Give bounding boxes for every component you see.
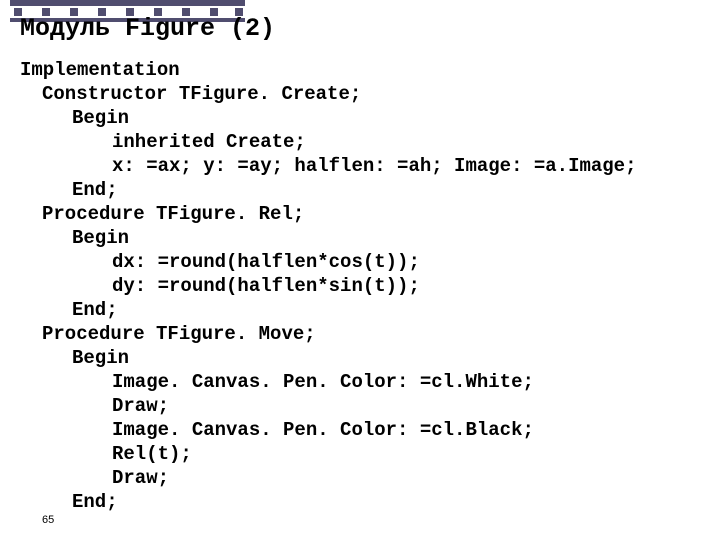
code-line: inherited Create; [20,130,637,154]
code-line: Implementation [20,58,637,82]
code-line: Draw; [20,394,637,418]
code-line: Image. Canvas. Pen. Color: =cl.White; [20,370,637,394]
code-line: End; [20,490,637,514]
code-line: Begin [20,106,637,130]
code-line: Procedure TFigure. Rel; [20,202,637,226]
slide-title: Модуль Figure (2) [20,14,275,43]
code-line: Procedure TFigure. Move; [20,322,637,346]
code-line: Begin [20,346,637,370]
page-number: 65 [42,514,54,526]
code-line: End; [20,178,637,202]
code-block: Implementation Constructor TFigure. Crea… [20,58,637,514]
code-line: Begin [20,226,637,250]
code-line: Image. Canvas. Pen. Color: =cl.Black; [20,418,637,442]
code-line: x: =ax; y: =ay; halflen: =ah; Image: =a.… [20,154,637,178]
code-line: Draw; [20,466,637,490]
slide: Модуль Figure (2) Implementation Constru… [0,0,720,540]
code-line: Constructor TFigure. Create; [20,82,637,106]
code-line: dx: =round(halflen*cos(t)); [20,250,637,274]
code-line: Rel(t); [20,442,637,466]
code-line: End; [20,298,637,322]
code-line: dy: =round(halflen*sin(t)); [20,274,637,298]
